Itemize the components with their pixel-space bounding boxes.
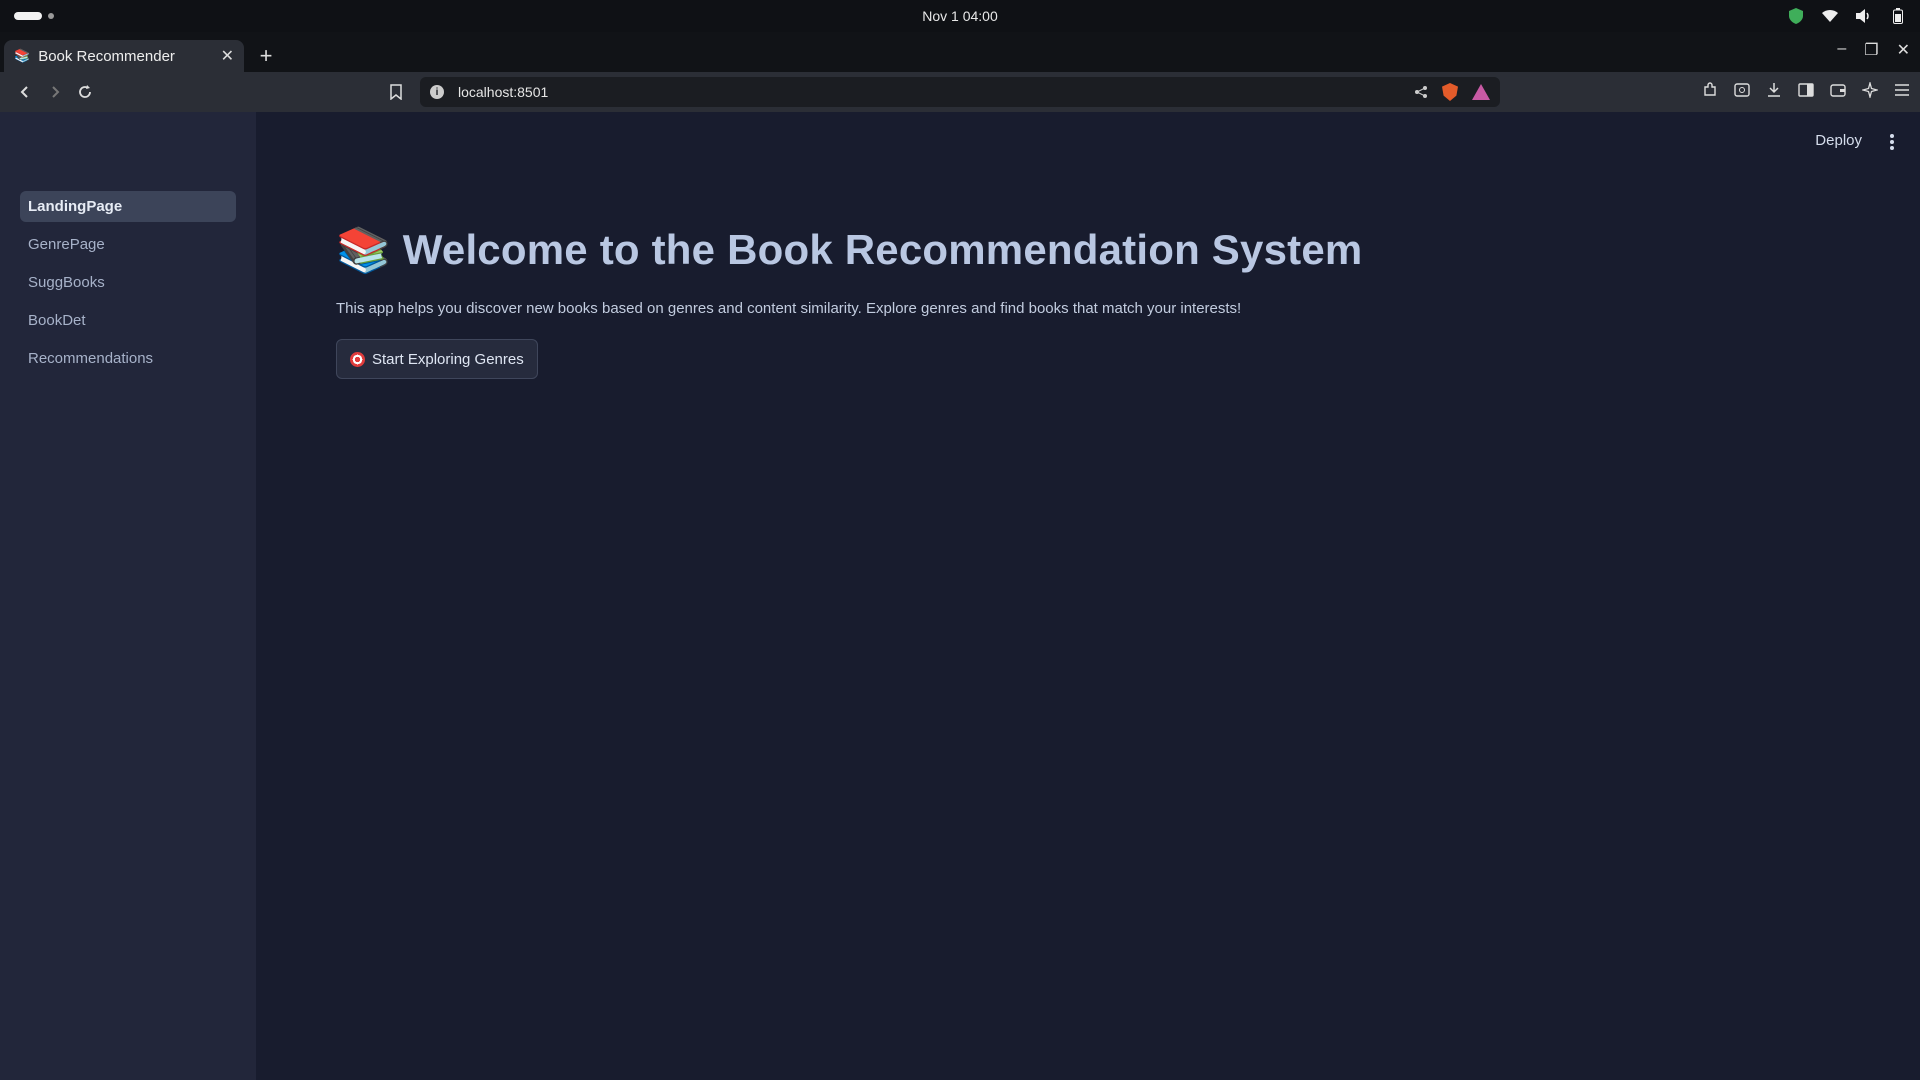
battery-icon[interactable] bbox=[1890, 8, 1906, 24]
tab-title: Book Recommender bbox=[38, 47, 175, 65]
volume-icon[interactable] bbox=[1856, 8, 1872, 24]
back-button[interactable] bbox=[10, 77, 40, 107]
minimize-icon[interactable]: – bbox=[1837, 40, 1846, 60]
deploy-button[interactable]: Deploy bbox=[1815, 132, 1862, 149]
os-top-bar: Nov 1 04:00 bbox=[0, 0, 1920, 32]
browser-toolbar: i localhost:8501 bbox=[0, 72, 1920, 112]
main-content: Deploy 📚 Welcome to the Book Recommendat… bbox=[256, 112, 1920, 1080]
page-description: This app helps you discover new books ba… bbox=[336, 300, 1242, 317]
wifi-icon[interactable] bbox=[1822, 8, 1838, 24]
close-window-icon[interactable]: ✕ bbox=[1897, 40, 1910, 60]
sidebar: LandingPage GenrePage SuggBooks BookDet … bbox=[0, 112, 256, 1080]
wallet-icon[interactable] bbox=[1828, 80, 1848, 100]
sidebar-item-landingpage[interactable]: LandingPage bbox=[20, 191, 236, 222]
reload-button[interactable] bbox=[70, 77, 100, 107]
sidebar-item-suggbooks[interactable]: SuggBooks bbox=[20, 267, 236, 298]
workspace-indicator[interactable] bbox=[14, 12, 54, 20]
shield-icon[interactable] bbox=[1788, 8, 1804, 24]
sidebar-item-recommendations[interactable]: Recommendations bbox=[20, 343, 236, 374]
download-icon[interactable] bbox=[1764, 80, 1784, 100]
restore-icon[interactable]: ❐ bbox=[1864, 40, 1878, 60]
bookmark-icon[interactable] bbox=[386, 82, 406, 102]
sidebar-item-genrepage[interactable]: GenrePage bbox=[20, 229, 236, 260]
site-info-icon[interactable]: i bbox=[430, 85, 444, 99]
more-options-icon[interactable] bbox=[1890, 134, 1894, 150]
active-workspace-pill bbox=[14, 12, 42, 20]
tab-strip: 📚 Book Recommender ✕ + – ❐ ✕ bbox=[0, 32, 1920, 72]
leo-icon[interactable] bbox=[1860, 80, 1880, 100]
os-clock[interactable]: Nov 1 04:00 bbox=[922, 8, 998, 24]
books-favicon-icon: 📚 bbox=[14, 48, 31, 63]
books-icon: 📚 bbox=[336, 226, 391, 275]
sidebar-item-bookdet[interactable]: BookDet bbox=[20, 305, 236, 336]
new-tab-button[interactable]: + bbox=[250, 40, 282, 72]
target-icon bbox=[350, 351, 365, 367]
cta-label: Start Exploring Genres bbox=[372, 350, 524, 368]
close-tab-icon[interactable]: ✕ bbox=[221, 46, 234, 66]
workspace-dot bbox=[48, 13, 54, 19]
brave-shields-icon[interactable] bbox=[1442, 83, 1458, 101]
share-icon[interactable] bbox=[1414, 85, 1428, 99]
tab-search-icon[interactable] bbox=[1732, 80, 1752, 100]
sidebar-icon[interactable] bbox=[1796, 80, 1816, 100]
menu-icon[interactable] bbox=[1892, 80, 1912, 100]
app-viewport: LandingPage GenrePage SuggBooks BookDet … bbox=[0, 112, 1920, 1080]
browser-tab[interactable]: 📚 Book Recommender ✕ bbox=[4, 40, 244, 72]
url-text[interactable]: localhost:8501 bbox=[458, 84, 1400, 100]
page-title: 📚 Welcome to the Book Recommendation Sys… bbox=[336, 224, 1362, 276]
address-bar[interactable]: i localhost:8501 bbox=[420, 77, 1500, 107]
page-heading: Welcome to the Book Recommendation Syste… bbox=[402, 226, 1363, 273]
extensions-icon[interactable] bbox=[1700, 80, 1720, 100]
brave-rewards-icon[interactable] bbox=[1472, 84, 1490, 100]
forward-button[interactable] bbox=[40, 77, 70, 107]
sidebar-nav: LandingPage GenrePage SuggBooks BookDet … bbox=[20, 191, 236, 381]
start-exploring-genres-button[interactable]: Start Exploring Genres bbox=[336, 339, 538, 379]
